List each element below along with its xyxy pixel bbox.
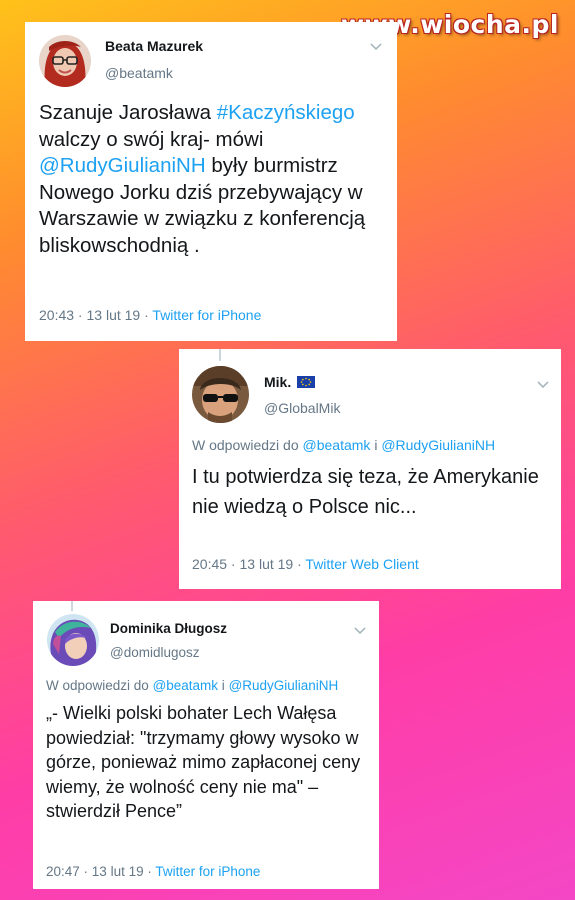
author-name[interactable]: Mik. <box>264 374 316 390</box>
author-handle[interactable]: @beatamk <box>105 65 173 81</box>
tweet-source-link[interactable]: Twitter Web Client <box>305 556 418 572</box>
tweet-text-part: Szanuje Jarosława <box>39 101 217 124</box>
meta-separator: · <box>293 556 306 572</box>
tweet-text: „- Wielki polski bohater Lech Wałęsa pow… <box>46 703 361 821</box>
meta-separator: · <box>140 307 153 323</box>
tweet-text-part: walczy o swój kraj- mówi <box>39 127 264 151</box>
tweet-text: I tu potwierdza się teza, że Amerykanie … <box>192 466 539 518</box>
chevron-down-icon[interactable] <box>354 623 366 638</box>
reply-prefix: W odpowiedzi do <box>46 678 153 693</box>
author-name[interactable]: Dominika Długosz <box>110 621 227 636</box>
avatar[interactable] <box>47 614 99 666</box>
meta-separator: · <box>143 864 156 879</box>
tweet-text: Szanuje Jarosława #Kaczyńskiego walczy o… <box>39 100 384 259</box>
eu-flag-icon <box>297 375 316 388</box>
tweet-date[interactable]: 13 lut 19 <box>240 556 294 572</box>
meta-separator: · <box>227 556 240 572</box>
tweet-card-3: Dominika Długosz @domidlugosz W odpowied… <box>33 601 379 889</box>
tweet-meta: 20:45 · 13 lut 19 · Twitter Web Client <box>192 556 419 572</box>
thread-line <box>219 349 221 361</box>
avatar[interactable] <box>192 366 249 423</box>
reply-mention-link[interactable]: @RudyGiulianiNH <box>229 678 339 693</box>
reply-mention-link[interactable]: @beatamk <box>303 437 371 453</box>
reply-context: W odpowiedzi do @beatamk i @RudyGiuliani… <box>192 437 495 453</box>
reply-and: i <box>370 437 382 453</box>
author-handle[interactable]: @domidlugosz <box>110 645 200 660</box>
meta-separator: · <box>74 307 87 323</box>
tweet-time[interactable]: 20:47 <box>46 864 80 879</box>
tweet-date[interactable]: 13 lut 19 <box>92 864 144 879</box>
tweet-source-link[interactable]: Twitter for iPhone <box>155 864 260 879</box>
reply-mention-link[interactable]: @RudyGiulianiNH <box>381 437 495 453</box>
reply-context: W odpowiedzi do @beatamk i @RudyGiuliani… <box>46 678 338 693</box>
chevron-down-icon[interactable] <box>537 377 549 392</box>
author-name-text: Mik. <box>264 374 292 390</box>
reply-and: i <box>218 678 229 693</box>
chevron-down-icon[interactable] <box>370 39 382 54</box>
hashtag-link[interactable]: #Kaczyńskiego <box>217 101 355 124</box>
mention-link[interactable]: @RudyGiulianiNH <box>39 154 206 177</box>
thread-line <box>71 601 73 611</box>
tweet-time[interactable]: 20:43 <box>39 307 74 323</box>
tweet-source-link[interactable]: Twitter for iPhone <box>152 307 261 323</box>
tweet-meta: 20:47 · 13 lut 19 · Twitter for iPhone <box>46 864 260 879</box>
tweet-card-2: Mik. @GlobalMik W odpowiedzi do @beatamk… <box>179 349 561 589</box>
avatar[interactable] <box>39 35 91 87</box>
author-name[interactable]: Beata Mazurek <box>105 38 203 54</box>
tweet-meta: 20:43 · 13 lut 19 · Twitter for iPhone <box>39 307 261 323</box>
tweet-date[interactable]: 13 lut 19 <box>87 307 141 323</box>
tweet-time[interactable]: 20:45 <box>192 556 227 572</box>
tweet-card-1: Beata Mazurek @beatamk Szanuje Jarosława… <box>25 22 397 341</box>
reply-prefix: W odpowiedzi do <box>192 437 303 453</box>
reply-mention-link[interactable]: @beatamk <box>153 678 218 693</box>
meta-separator: · <box>79 864 92 879</box>
author-handle[interactable]: @GlobalMik <box>264 400 340 416</box>
